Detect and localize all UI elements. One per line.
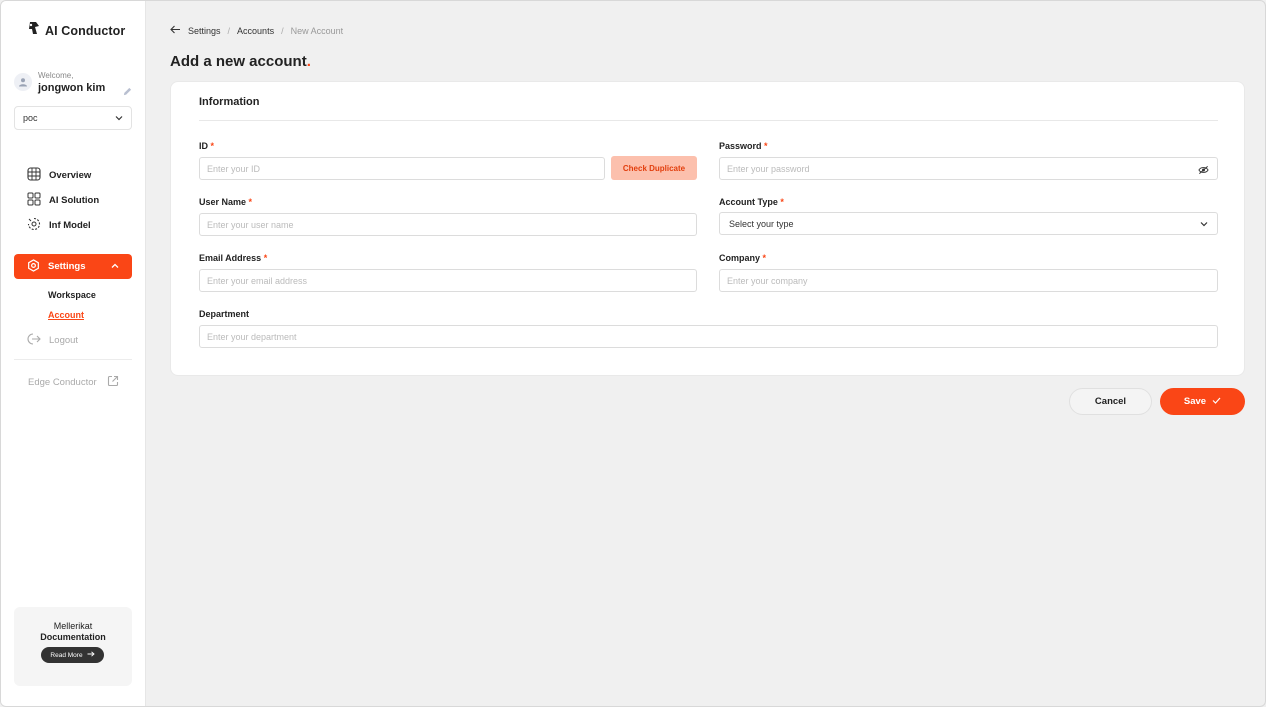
sidebar: AI Conductor Welcome, jongwon kim poc Ov…: [1, 1, 146, 706]
password-input[interactable]: [719, 157, 1218, 180]
workspace-select-value: poc: [23, 113, 38, 123]
account-type-label: Account Type *: [719, 197, 784, 207]
logout-label: Logout: [49, 335, 79, 346]
documentation-card: Mellerikat Documentation Read More: [14, 607, 132, 686]
nav-item-label: AI Solution: [49, 195, 100, 206]
overview-icon: [27, 167, 41, 184]
password-label: Password *: [719, 141, 768, 151]
nav-item-ai-solution[interactable]: AI Solution: [27, 192, 99, 209]
user-name: jongwon kim: [38, 82, 106, 94]
sidebar-divider: [14, 359, 132, 360]
cancel-button[interactable]: Cancel: [1069, 388, 1152, 415]
doc-card-title: Documentation: [40, 632, 106, 642]
logo[interactable]: AI Conductor: [27, 21, 125, 40]
user-name-label: User Name *: [199, 197, 252, 207]
chevron-down-icon: [115, 113, 123, 123]
check-duplicate-button[interactable]: Check Duplicate: [611, 156, 697, 180]
breadcrumb-current: New Account: [290, 25, 344, 36]
required-mark: *: [210, 141, 215, 151]
save-label: Save: [1183, 396, 1207, 407]
breadcrumb-accounts[interactable]: Accounts: [237, 26, 274, 36]
section-divider: [199, 120, 1218, 121]
id-label: ID *: [199, 141, 214, 151]
department-label: Department: [199, 309, 250, 319]
edge-conductor-link[interactable]: Edge Conductor: [28, 375, 119, 390]
account-type-select[interactable]: Select your type: [719, 212, 1218, 235]
sidebar-item-account[interactable]: Account: [48, 310, 84, 320]
required-mark: *: [780, 197, 784, 207]
page-title-text: Add a new account: [170, 53, 307, 70]
edit-profile-icon[interactable]: [123, 83, 132, 101]
id-input[interactable]: [199, 157, 605, 180]
company-input[interactable]: [719, 269, 1218, 292]
save-button[interactable]: Save: [1160, 388, 1245, 415]
nav-item-label: Overview: [49, 170, 92, 181]
nav-item-inf-model[interactable]: Inf Model: [27, 217, 91, 234]
breadcrumb: Settings / Accounts / New Account: [170, 25, 343, 36]
breadcrumb-settings[interactable]: Settings: [188, 26, 221, 36]
app-window: AI Conductor Welcome, jongwon kim poc Ov…: [0, 0, 1266, 707]
email-label: Email Address *: [199, 253, 267, 263]
read-more-label: Read More: [50, 651, 83, 659]
breadcrumb-separator: /: [227, 25, 231, 36]
email-input[interactable]: [199, 269, 697, 292]
department-input[interactable]: [199, 325, 1218, 348]
chevron-down-icon: [1200, 219, 1208, 229]
user-name-label-text: User Name: [199, 197, 247, 207]
chevron-up-icon: [111, 261, 119, 272]
edge-conductor-label: Edge Conductor: [28, 377, 97, 388]
required-mark: *: [248, 197, 253, 207]
eye-off-icon[interactable]: [1198, 162, 1209, 180]
external-link-icon: [107, 375, 119, 390]
avatar-icon: [14, 73, 32, 91]
company-label: Company *: [719, 253, 766, 263]
welcome-text: Welcome,: [38, 71, 74, 80]
grid-icon: [27, 192, 41, 209]
logout-icon: [27, 333, 41, 348]
user-name-input[interactable]: [199, 213, 697, 236]
account-type-label-text: Account Type: [719, 197, 778, 207]
password-label-text: Password: [719, 141, 762, 151]
required-mark: *: [764, 141, 768, 151]
email-label-text: Email Address: [199, 253, 262, 263]
gear-icon: [27, 258, 40, 275]
account-form-card: Information ID * Check Duplicate Passwor…: [170, 81, 1245, 376]
back-arrow-icon[interactable]: [170, 25, 181, 36]
required-mark: *: [263, 253, 268, 263]
sidebar-item-workspace[interactable]: Workspace: [48, 290, 96, 300]
nav-item-overview[interactable]: Overview: [27, 167, 91, 184]
nav-item-settings[interactable]: Settings: [14, 254, 132, 279]
nav-item-label: Settings: [48, 261, 86, 272]
workspace-select[interactable]: poc: [14, 106, 132, 130]
check-icon: [1212, 396, 1221, 407]
id-label-text: ID: [199, 141, 208, 151]
doc-card-brand: Mellerikat: [53, 621, 93, 631]
read-more-button[interactable]: Read More: [41, 647, 104, 663]
breadcrumb-separator: /: [281, 25, 284, 36]
title-accent-dot: .: [306, 53, 311, 70]
account-type-select-value: Select your type: [729, 218, 794, 229]
app-name: AI Conductor: [45, 23, 126, 38]
nav-item-label: Inf Model: [49, 220, 91, 231]
arrow-right-icon: [87, 651, 95, 659]
model-icon: [27, 217, 41, 234]
page-title: Add a new account.: [170, 53, 311, 70]
user-info: Welcome, jongwon kim: [14, 71, 132, 101]
conductor-logo-icon: [27, 21, 41, 40]
section-title: Information: [199, 96, 260, 108]
required-mark: *: [762, 253, 767, 263]
logout-button[interactable]: Logout: [27, 333, 78, 348]
company-label-text: Company: [719, 253, 761, 263]
